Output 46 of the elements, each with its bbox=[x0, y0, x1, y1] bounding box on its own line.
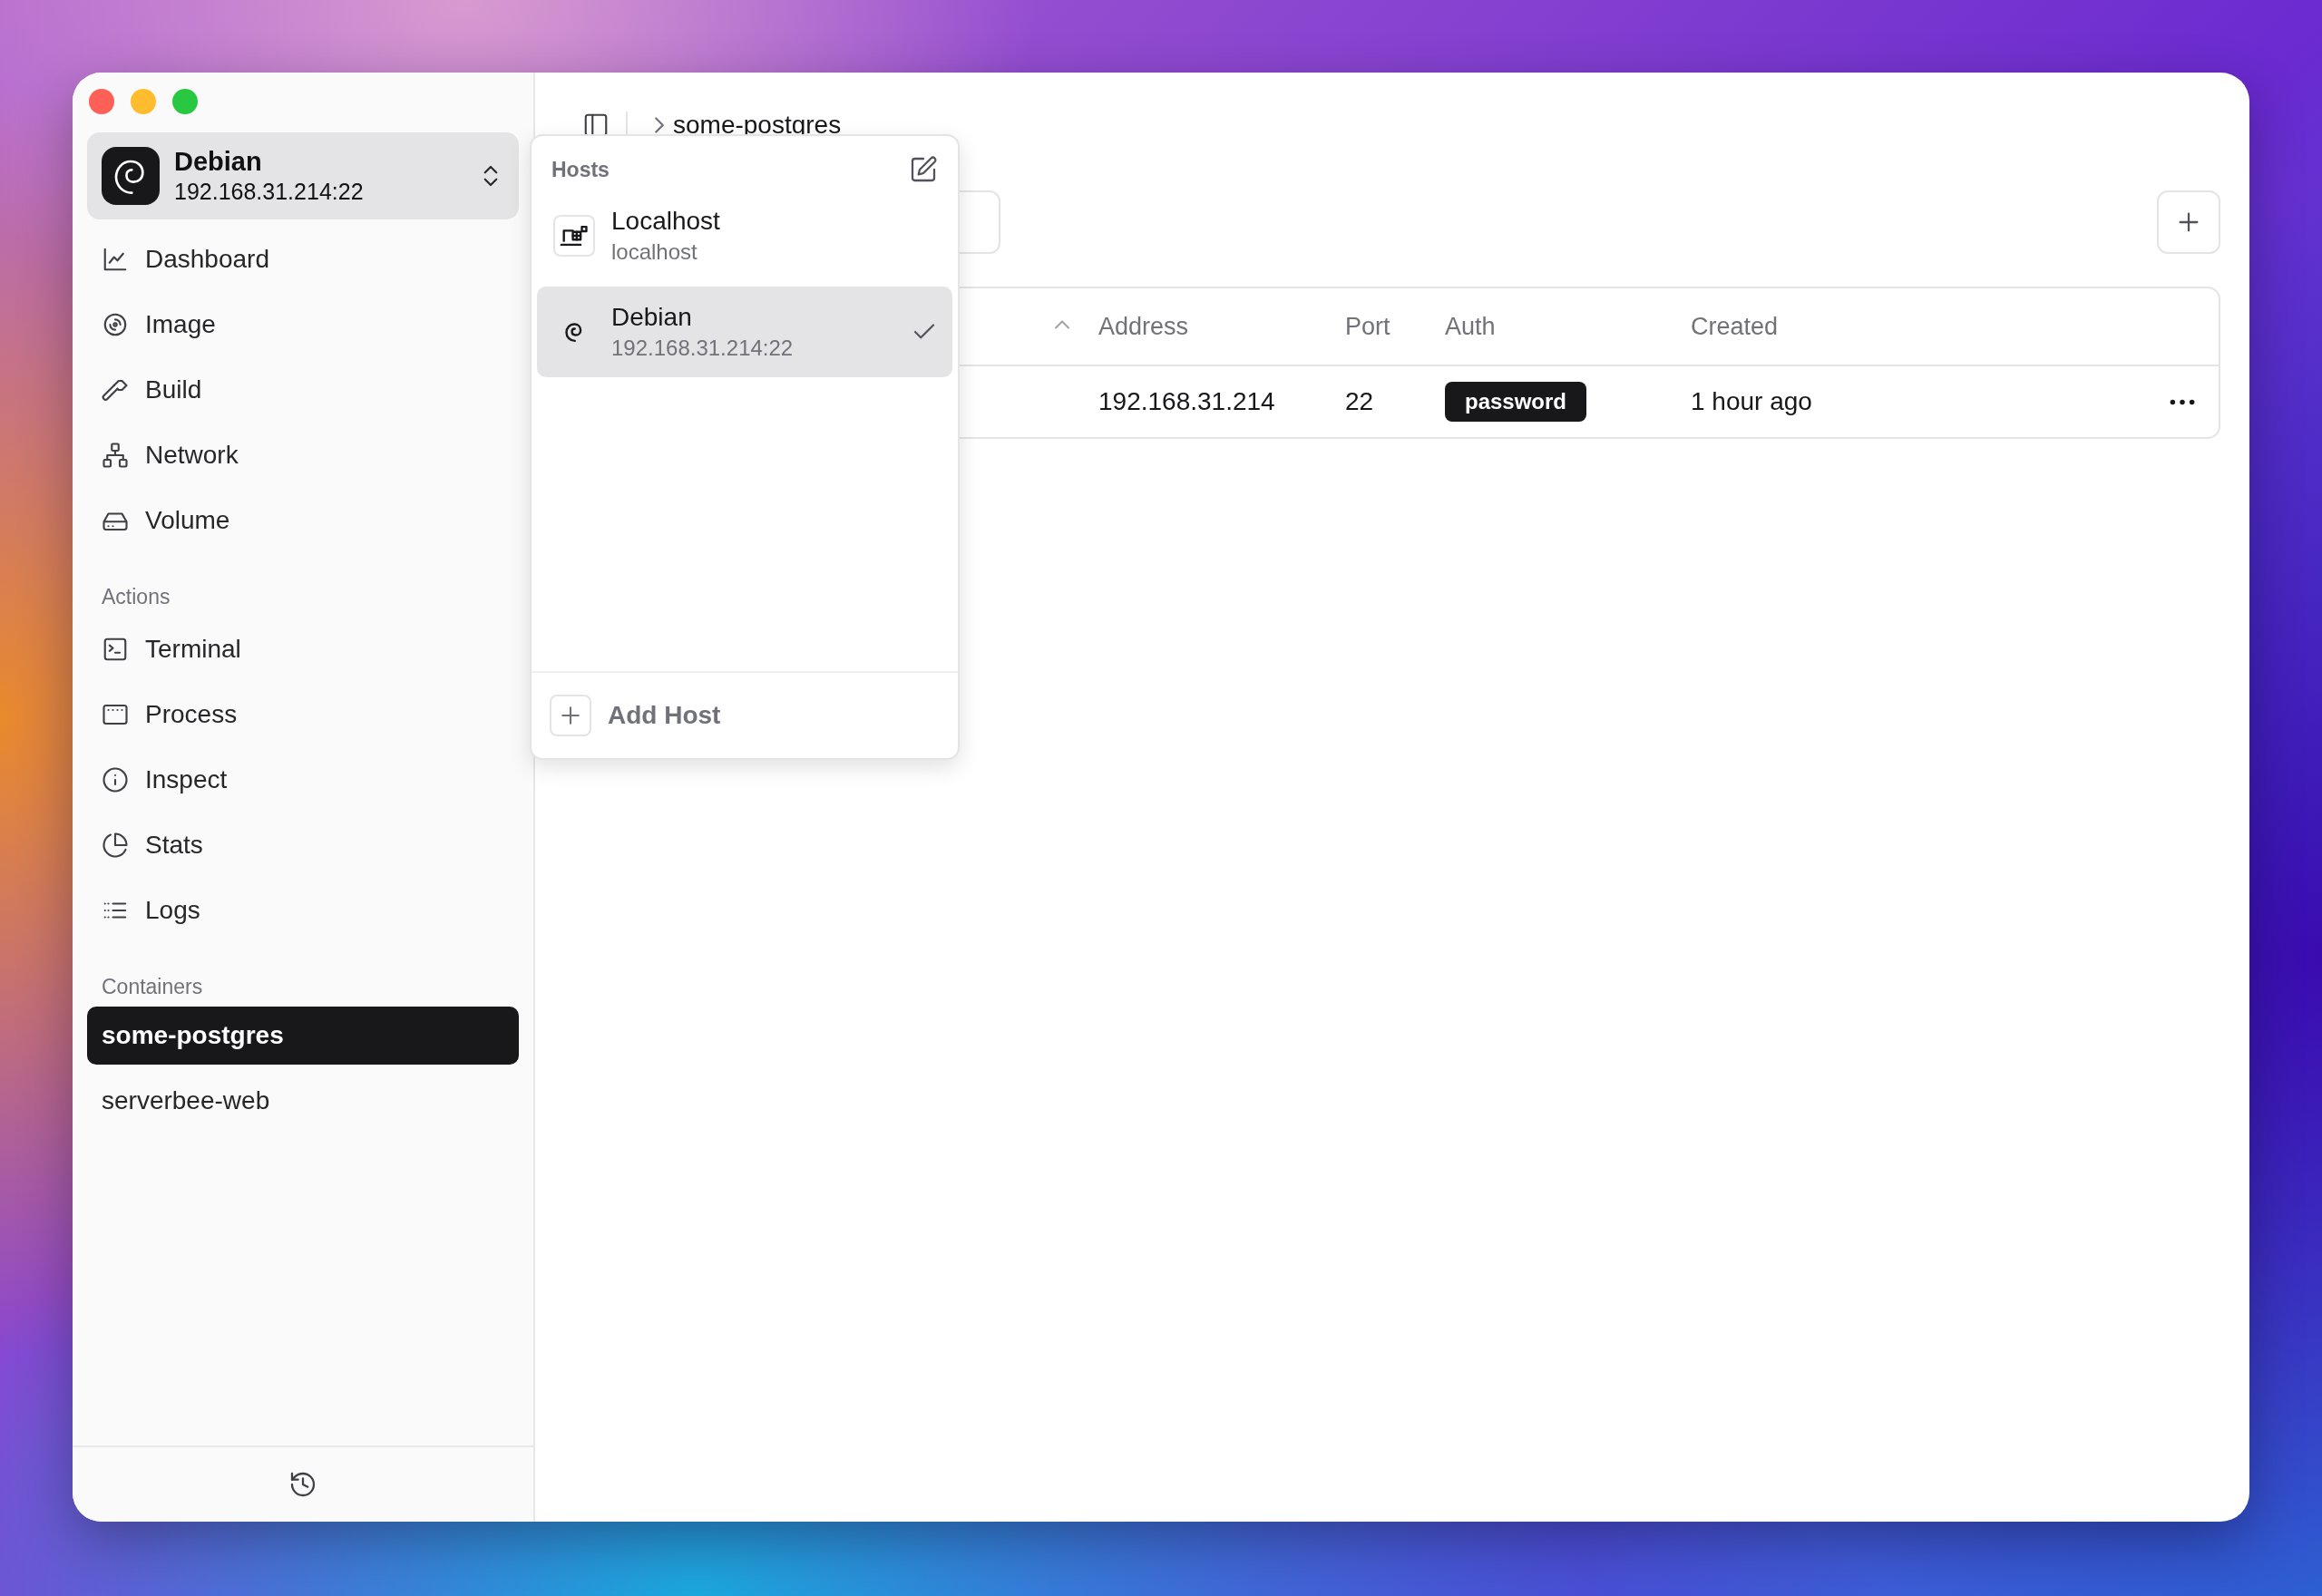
table-cell: 1 hour ago bbox=[1691, 387, 1812, 416]
nav-item[interactable]: Logs bbox=[73, 878, 533, 943]
column-header[interactable]: Address bbox=[1098, 312, 1189, 341]
host-address: localhost bbox=[611, 239, 698, 265]
nav-item[interactable]: Inspect bbox=[73, 747, 533, 813]
host-address: 192.168.31.214:22 bbox=[174, 179, 365, 205]
chevron-right-icon bbox=[655, 117, 664, 133]
column-header[interactable]: Auth bbox=[1445, 312, 1496, 341]
history-icon[interactable] bbox=[288, 1470, 317, 1499]
terminal-icon bbox=[102, 636, 129, 663]
auth-badge: password bbox=[1445, 382, 1587, 422]
container-item[interactable]: serverbee-web bbox=[87, 1072, 519, 1130]
nav-item[interactable]: Process bbox=[73, 682, 533, 747]
add-host-button[interactable]: Add Host bbox=[532, 671, 958, 758]
nav-item[interactable]: Terminal bbox=[73, 617, 533, 682]
host-item[interactable]: Localhost localhost bbox=[537, 190, 952, 281]
close-button[interactable] bbox=[89, 89, 114, 114]
chart-icon bbox=[102, 246, 129, 273]
nav-item[interactable]: Volume bbox=[73, 488, 533, 553]
network-icon bbox=[102, 442, 129, 469]
spiral-logo-icon bbox=[102, 147, 160, 205]
pie-chart-icon bbox=[102, 832, 129, 859]
nav-item[interactable]: Stats bbox=[73, 813, 533, 878]
host-name: Debian bbox=[174, 147, 263, 177]
table-cell: 22 bbox=[1345, 387, 1374, 416]
popup-title: Hosts bbox=[551, 157, 610, 182]
nav-item[interactable]: Build bbox=[73, 357, 533, 423]
nav-item[interactable]: Image bbox=[73, 292, 533, 357]
host-name: Debian bbox=[611, 303, 693, 332]
host-item[interactable]: Debian 192.168.31.214:22 bbox=[537, 287, 952, 377]
host-switcher[interactable]: Debian 192.168.31.214:22 bbox=[87, 132, 519, 219]
table-cell: 192.168.31.214 bbox=[1098, 387, 1275, 416]
info-icon bbox=[102, 766, 129, 793]
column-header[interactable]: Created bbox=[1691, 312, 1779, 341]
column-header[interactable]: Port bbox=[1345, 312, 1390, 341]
container-item[interactable]: some-postgres bbox=[87, 1007, 519, 1065]
more-button[interactable] bbox=[2170, 398, 2195, 405]
nav-item[interactable]: Network bbox=[73, 423, 533, 488]
section-label: Actions bbox=[101, 583, 171, 610]
edit-icon[interactable] bbox=[909, 155, 938, 184]
host-address: 192.168.31.214:22 bbox=[611, 336, 795, 361]
disc-icon bbox=[102, 311, 129, 338]
more-icon bbox=[2170, 398, 2195, 405]
section-label: Containers bbox=[101, 973, 204, 1000]
host-name: Localhost bbox=[611, 207, 721, 236]
nav-item[interactable]: Dashboard bbox=[73, 227, 533, 292]
